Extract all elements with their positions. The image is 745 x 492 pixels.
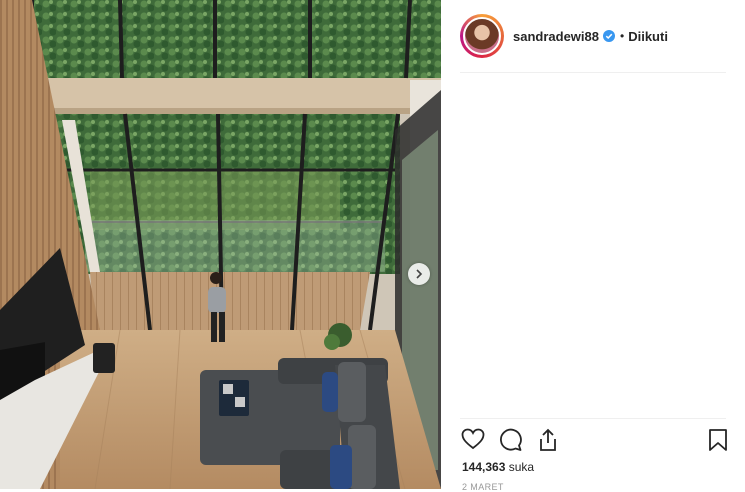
user-line: sandradewi88 • Diikuti — [513, 29, 668, 44]
verified-badge-icon — [603, 30, 615, 42]
action-bar — [461, 428, 729, 452]
following-button[interactable]: Diikuti — [628, 29, 668, 44]
next-image-button[interactable] — [408, 263, 430, 285]
separator-dot: • — [620, 29, 625, 43]
post-date[interactable]: 2 MARET — [462, 482, 504, 492]
like-count[interactable]: 144,363 suka — [462, 460, 534, 474]
story-ring[interactable] — [460, 14, 504, 58]
comments-divider — [460, 418, 726, 419]
post-photo[interactable] — [0, 0, 441, 489]
bookmark-icon[interactable] — [708, 428, 728, 457]
post-sidebar: sandradewi88 • Diikuti 144,363 suka 2 MA… — [441, 0, 745, 492]
like-count-unit: suka — [508, 460, 535, 474]
living-room-photo — [0, 0, 441, 489]
header-divider — [460, 72, 726, 73]
username-link[interactable]: sandradewi88 — [513, 29, 599, 44]
like-count-number: 144,363 — [462, 460, 506, 474]
post-header: sandradewi88 • Diikuti — [460, 14, 668, 58]
avatar[interactable] — [463, 17, 501, 55]
comment-icon[interactable] — [499, 428, 523, 457]
share-icon[interactable] — [536, 428, 560, 457]
heart-icon[interactable] — [461, 428, 485, 455]
chevron-right-icon — [414, 269, 424, 279]
